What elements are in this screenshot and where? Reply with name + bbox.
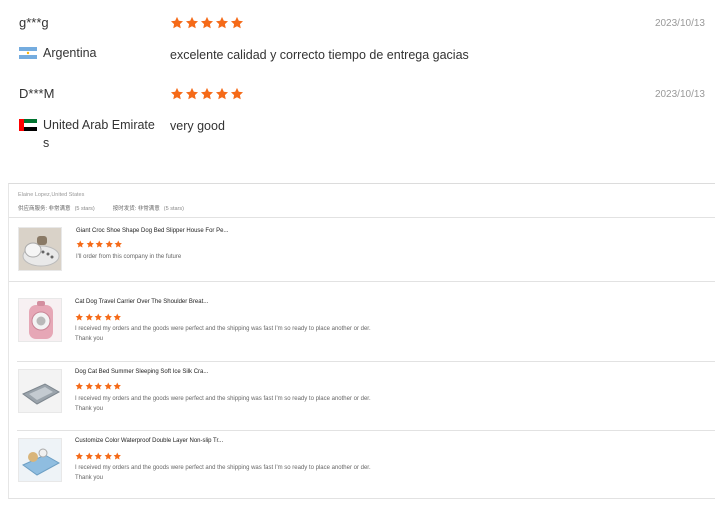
divider (9, 217, 715, 218)
star-icon (104, 313, 113, 322)
star-icon (85, 452, 94, 461)
review-text: very good (170, 119, 225, 133)
star-icon (113, 452, 122, 461)
product-thumbnail[interactable] (18, 227, 62, 271)
review-date: 2023/10/13 (654, 89, 705, 100)
star-icon (104, 382, 113, 391)
product-comment: I'll order from this company in the futu… (76, 254, 182, 260)
star-icon (230, 87, 244, 101)
rating-stars (75, 452, 122, 461)
star-icon (75, 382, 84, 391)
star-icon (170, 87, 184, 101)
product-comment: I received my orders and the goods were … (75, 396, 371, 412)
star-icon (215, 87, 229, 101)
star-icon (95, 240, 104, 249)
croc-shoe-bed-thumbnail-icon (19, 228, 61, 270)
star-icon (105, 240, 114, 249)
star-icon (85, 382, 94, 391)
delivery-rating: 按时发货: 非常满意 (5 stars) (112, 206, 184, 212)
product-comment: I received my orders and the goods were … (75, 326, 371, 342)
product-comment: I received my orders and the goods were … (75, 465, 371, 481)
divider (9, 281, 715, 282)
star-icon (75, 452, 84, 461)
supplier-rating: 供应商服务: 非常满意 (5 stars) (18, 206, 95, 212)
star-icon (76, 240, 85, 249)
reviewer-name: D***M (19, 86, 55, 101)
star-icon (113, 382, 122, 391)
rating-stars (170, 87, 244, 101)
product-title[interactable]: Giant Croc Shoe Shape Dog Bed Slipper Ho… (76, 228, 228, 234)
reviewer-country: Argentina (19, 44, 159, 62)
star-icon (200, 16, 214, 30)
star-icon (113, 313, 122, 322)
star-icon (170, 16, 184, 30)
product-thumbnail[interactable] (18, 438, 62, 482)
review-date: 2023/10/13 (654, 18, 705, 29)
star-icon (200, 87, 214, 101)
star-icon (94, 382, 103, 391)
star-icon (86, 240, 95, 249)
rating-stars (76, 240, 123, 249)
star-icon (185, 16, 199, 30)
star-icon (75, 313, 84, 322)
reviewer-name: g***g (19, 15, 49, 30)
product-title[interactable]: Customize Color Waterproof Double Layer … (75, 438, 223, 444)
star-icon (230, 16, 244, 30)
rating-stars (75, 382, 122, 391)
star-icon (104, 452, 113, 461)
country-label: Argentina (43, 46, 97, 60)
pink-carrier-thumbnail-icon (19, 299, 61, 341)
star-icon (85, 313, 94, 322)
product-thumbnail[interactable] (18, 298, 62, 342)
blue-mat-thumbnail-icon (19, 439, 61, 481)
star-icon (185, 87, 199, 101)
product-title[interactable]: Cat Dog Travel Carrier Over The Shoulder… (75, 299, 208, 305)
star-icon (215, 16, 229, 30)
divider (17, 361, 715, 362)
order-review-panel: Elaine Lopez,United States 供应商服务: 非常满意 (5… (8, 183, 715, 499)
reviewer-info: Elaine Lopez,United States (18, 192, 85, 198)
divider (17, 430, 715, 431)
product-title[interactable]: Dog Cat Bed Summer Sleeping Soft Ice Sil… (75, 369, 208, 375)
review-text: excelente calidad y correcto tiempo de e… (170, 48, 469, 62)
service-ratings: 供应商服务: 非常满意 (5 stars) 按时发货: 非常满意 (5 stars) (18, 204, 184, 212)
reviewer-country: United Arab Emirates (19, 116, 159, 152)
rating-stars (75, 313, 122, 322)
star-icon (94, 313, 103, 322)
argentina-flag-icon (19, 47, 37, 59)
star-icon (94, 452, 103, 461)
uae-flag-icon (19, 119, 37, 131)
store-review-header: Elaine Lopez,United States 供应商服务: 非常满意 (5… (18, 192, 184, 212)
product-thumbnail[interactable] (18, 369, 62, 413)
country-label: United Arab Emirates (43, 118, 155, 150)
rating-stars (170, 16, 244, 30)
grey-bed-thumbnail-icon (19, 370, 61, 412)
star-icon (114, 240, 123, 249)
